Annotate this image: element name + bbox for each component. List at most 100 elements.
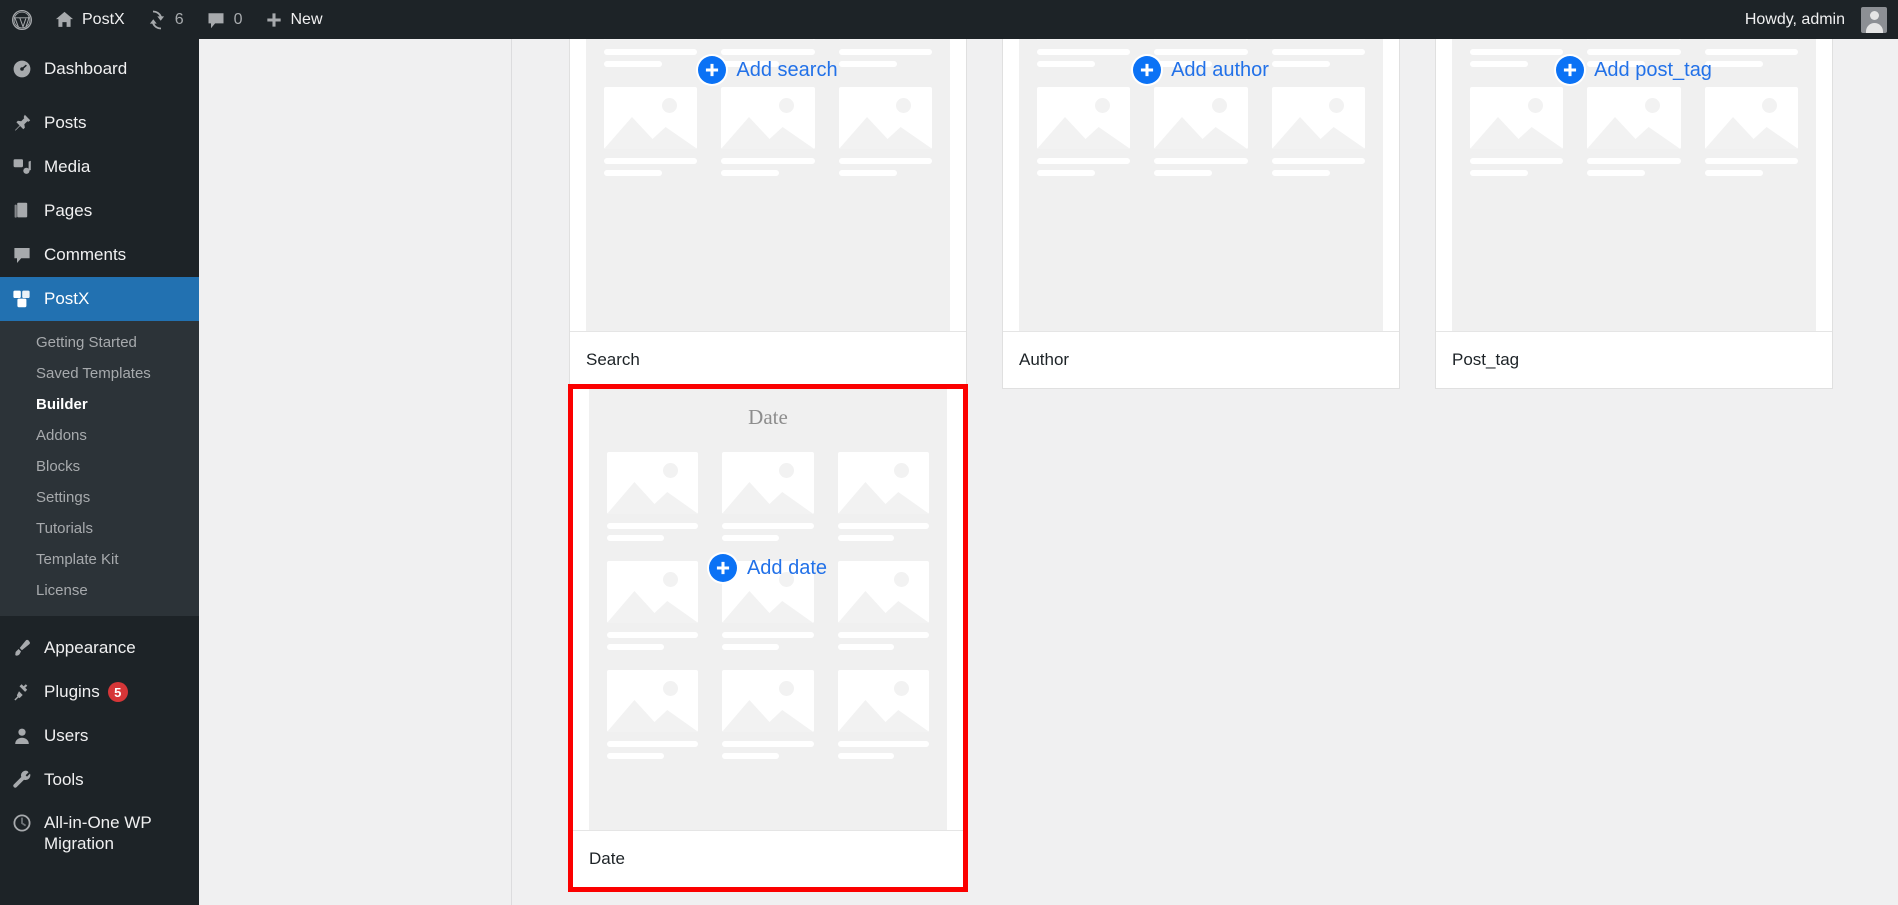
builder-card-post-tag[interactable]: Add post_tag Post_tag	[1435, 0, 1833, 389]
builder-card-author[interactable]: Add author Author	[1002, 0, 1400, 389]
placeholder-grid	[604, 0, 932, 307]
sidebar-item-comments[interactable]: Comments	[0, 233, 199, 277]
sidebar-item-dashboard[interactable]: Dashboard	[0, 47, 199, 91]
card-label: Date	[589, 849, 625, 868]
card-label: Author	[1019, 350, 1070, 369]
image-placeholder-icon	[607, 670, 699, 732]
placeholder-post	[607, 452, 699, 541]
placeholder-post	[837, 452, 929, 541]
builder-card-grid: Add search Search Add author Author Add …	[512, 0, 1898, 905]
builder-card-search[interactable]: Add search Search	[569, 0, 967, 389]
add-post-tag-label: Add post_tag	[1594, 58, 1712, 81]
sidebar-item-all-in-one-wp-migration[interactable]: All-in-One WP Migration	[0, 802, 199, 865]
updates-icon	[147, 10, 167, 30]
sidebar-subitem-builder[interactable]: Builder	[0, 389, 199, 420]
sidebar-subitem-license[interactable]: License	[0, 575, 199, 606]
media-icon	[12, 157, 44, 177]
add-search-button[interactable]: Add search	[586, 56, 950, 84]
add-author-button[interactable]: Add author	[1019, 56, 1383, 84]
image-placeholder-icon	[838, 87, 932, 149]
sidebar-item-posts[interactable]: Posts	[0, 101, 199, 145]
site-name-button[interactable]: PostX	[44, 0, 136, 39]
sidebar-subitem-saved-templates[interactable]: Saved Templates	[0, 358, 199, 389]
placeholder-post	[1271, 87, 1365, 176]
sidebar-subitem-label: Builder	[36, 396, 88, 413]
image-placeholder-icon	[1037, 87, 1131, 149]
image-placeholder-icon	[1704, 87, 1798, 149]
sidebar-item-label: Appearance	[44, 638, 136, 658]
sidebar-item-users[interactable]: Users	[0, 714, 199, 758]
updates-button[interactable]: 6	[136, 0, 195, 39]
placeholder-grid	[1470, 0, 1798, 307]
comments-count: 0	[233, 11, 243, 28]
sidebar-subitem-label: Template Kit	[36, 551, 119, 568]
site-name-label: PostX	[82, 11, 125, 28]
image-placeholder-icon	[1271, 87, 1365, 149]
card-preview: Add author	[1019, 0, 1383, 331]
admin-bar: PostX 6 0 New Howdy, admin	[0, 0, 1898, 39]
postx-blocks-icon	[12, 289, 44, 309]
wrench-icon	[12, 770, 44, 790]
sidebar-subitem-settings[interactable]: Settings	[0, 482, 199, 513]
sidebar-item-label: Posts	[44, 113, 87, 133]
card-label: Search	[586, 350, 640, 369]
image-placeholder-icon	[837, 670, 929, 732]
sidebar-item-label: Plugins	[44, 682, 100, 702]
sidebar-item-media[interactable]: Media	[0, 145, 199, 189]
sidebar-item-appearance[interactable]: Appearance	[0, 626, 199, 670]
wp-logo-button[interactable]	[0, 0, 44, 39]
pin-icon	[12, 113, 44, 133]
image-placeholder-icon	[604, 87, 698, 149]
placeholder-post	[604, 87, 698, 176]
placeholder-post	[721, 87, 815, 176]
builder-left-gutter	[199, 39, 512, 905]
placeholder-grid	[607, 452, 929, 806]
sidebar-item-tools[interactable]: Tools	[0, 758, 199, 802]
image-placeholder-icon	[607, 452, 699, 514]
add-search-label: Add search	[736, 58, 838, 81]
add-post-tag-button[interactable]: Add post_tag	[1452, 56, 1816, 84]
image-placeholder-icon	[1470, 87, 1564, 149]
menu-separator	[0, 616, 199, 626]
placeholder-post	[607, 670, 699, 759]
sidebar-item-label: Pages	[44, 201, 93, 221]
plus-icon	[265, 11, 283, 29]
sidebar-item-plugins[interactable]: Plugins 5	[0, 670, 199, 714]
placeholder-post	[1587, 87, 1681, 176]
placeholder-post	[722, 452, 814, 541]
image-placeholder-icon	[721, 87, 815, 149]
my-account-button[interactable]: Howdy, admin	[1734, 0, 1898, 39]
card-preview: Add search	[586, 0, 950, 331]
sidebar-subitem-addons[interactable]: Addons	[0, 420, 199, 451]
comments-button[interactable]: 0	[195, 0, 254, 39]
sidebar-subitem-label: Settings	[36, 489, 91, 506]
sidebar-item-label: All-in-One WP Migration	[44, 813, 152, 854]
admin-sidebar-menu: Dashboard Posts Media Pages Comments Pos…	[0, 39, 199, 905]
add-date-button[interactable]: Add date	[589, 554, 947, 582]
sidebar-subitem-label: Tutorials	[36, 520, 93, 537]
sidebar-subitem-template-kit[interactable]: Template Kit	[0, 544, 199, 575]
sidebar-subitem-tutorials[interactable]: Tutorials	[0, 513, 199, 544]
home-icon	[55, 10, 74, 29]
updates-count: 6	[174, 11, 184, 28]
card-preview: Add post_tag	[1452, 0, 1816, 331]
sidebar-subitem-blocks[interactable]: Blocks	[0, 451, 199, 482]
sidebar-subitem-getting-started[interactable]: Getting Started	[0, 327, 199, 358]
howdy-label: Howdy, admin	[1744, 11, 1845, 28]
image-placeholder-icon	[722, 452, 814, 514]
plus-icon	[708, 554, 737, 582]
sidebar-item-label: Tools	[44, 770, 84, 790]
wordpress-logo-icon	[11, 9, 33, 31]
new-content-button[interactable]: New	[254, 0, 334, 39]
add-author-label: Add author	[1171, 58, 1269, 81]
sidebar-item-postx[interactable]: PostX	[0, 277, 199, 321]
placeholder-post	[1154, 87, 1248, 176]
builder-card-date[interactable]: Date Add date Date	[568, 384, 968, 892]
placeholder-grid	[1037, 0, 1365, 307]
sidebar-item-pages[interactable]: Pages	[0, 189, 199, 233]
card-footer: Search	[570, 331, 966, 388]
plugins-update-badge: 5	[107, 682, 128, 702]
builder-work-area: Add search Search Add author Author Add …	[199, 0, 1898, 905]
sidebar-item-label: Comments	[44, 245, 127, 265]
comments-bubble-icon	[206, 10, 226, 30]
